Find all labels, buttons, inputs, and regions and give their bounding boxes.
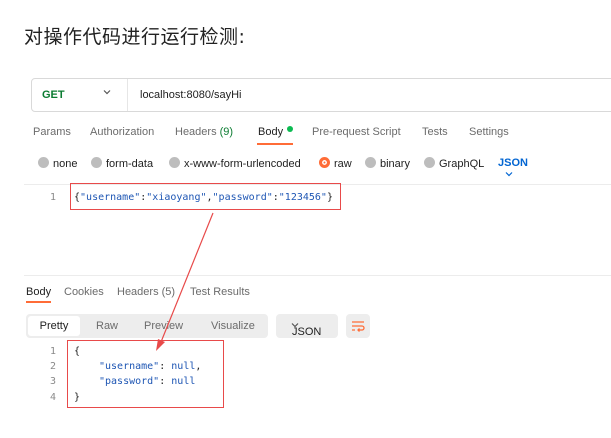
annotation-arrow-icon [156,212,214,351]
